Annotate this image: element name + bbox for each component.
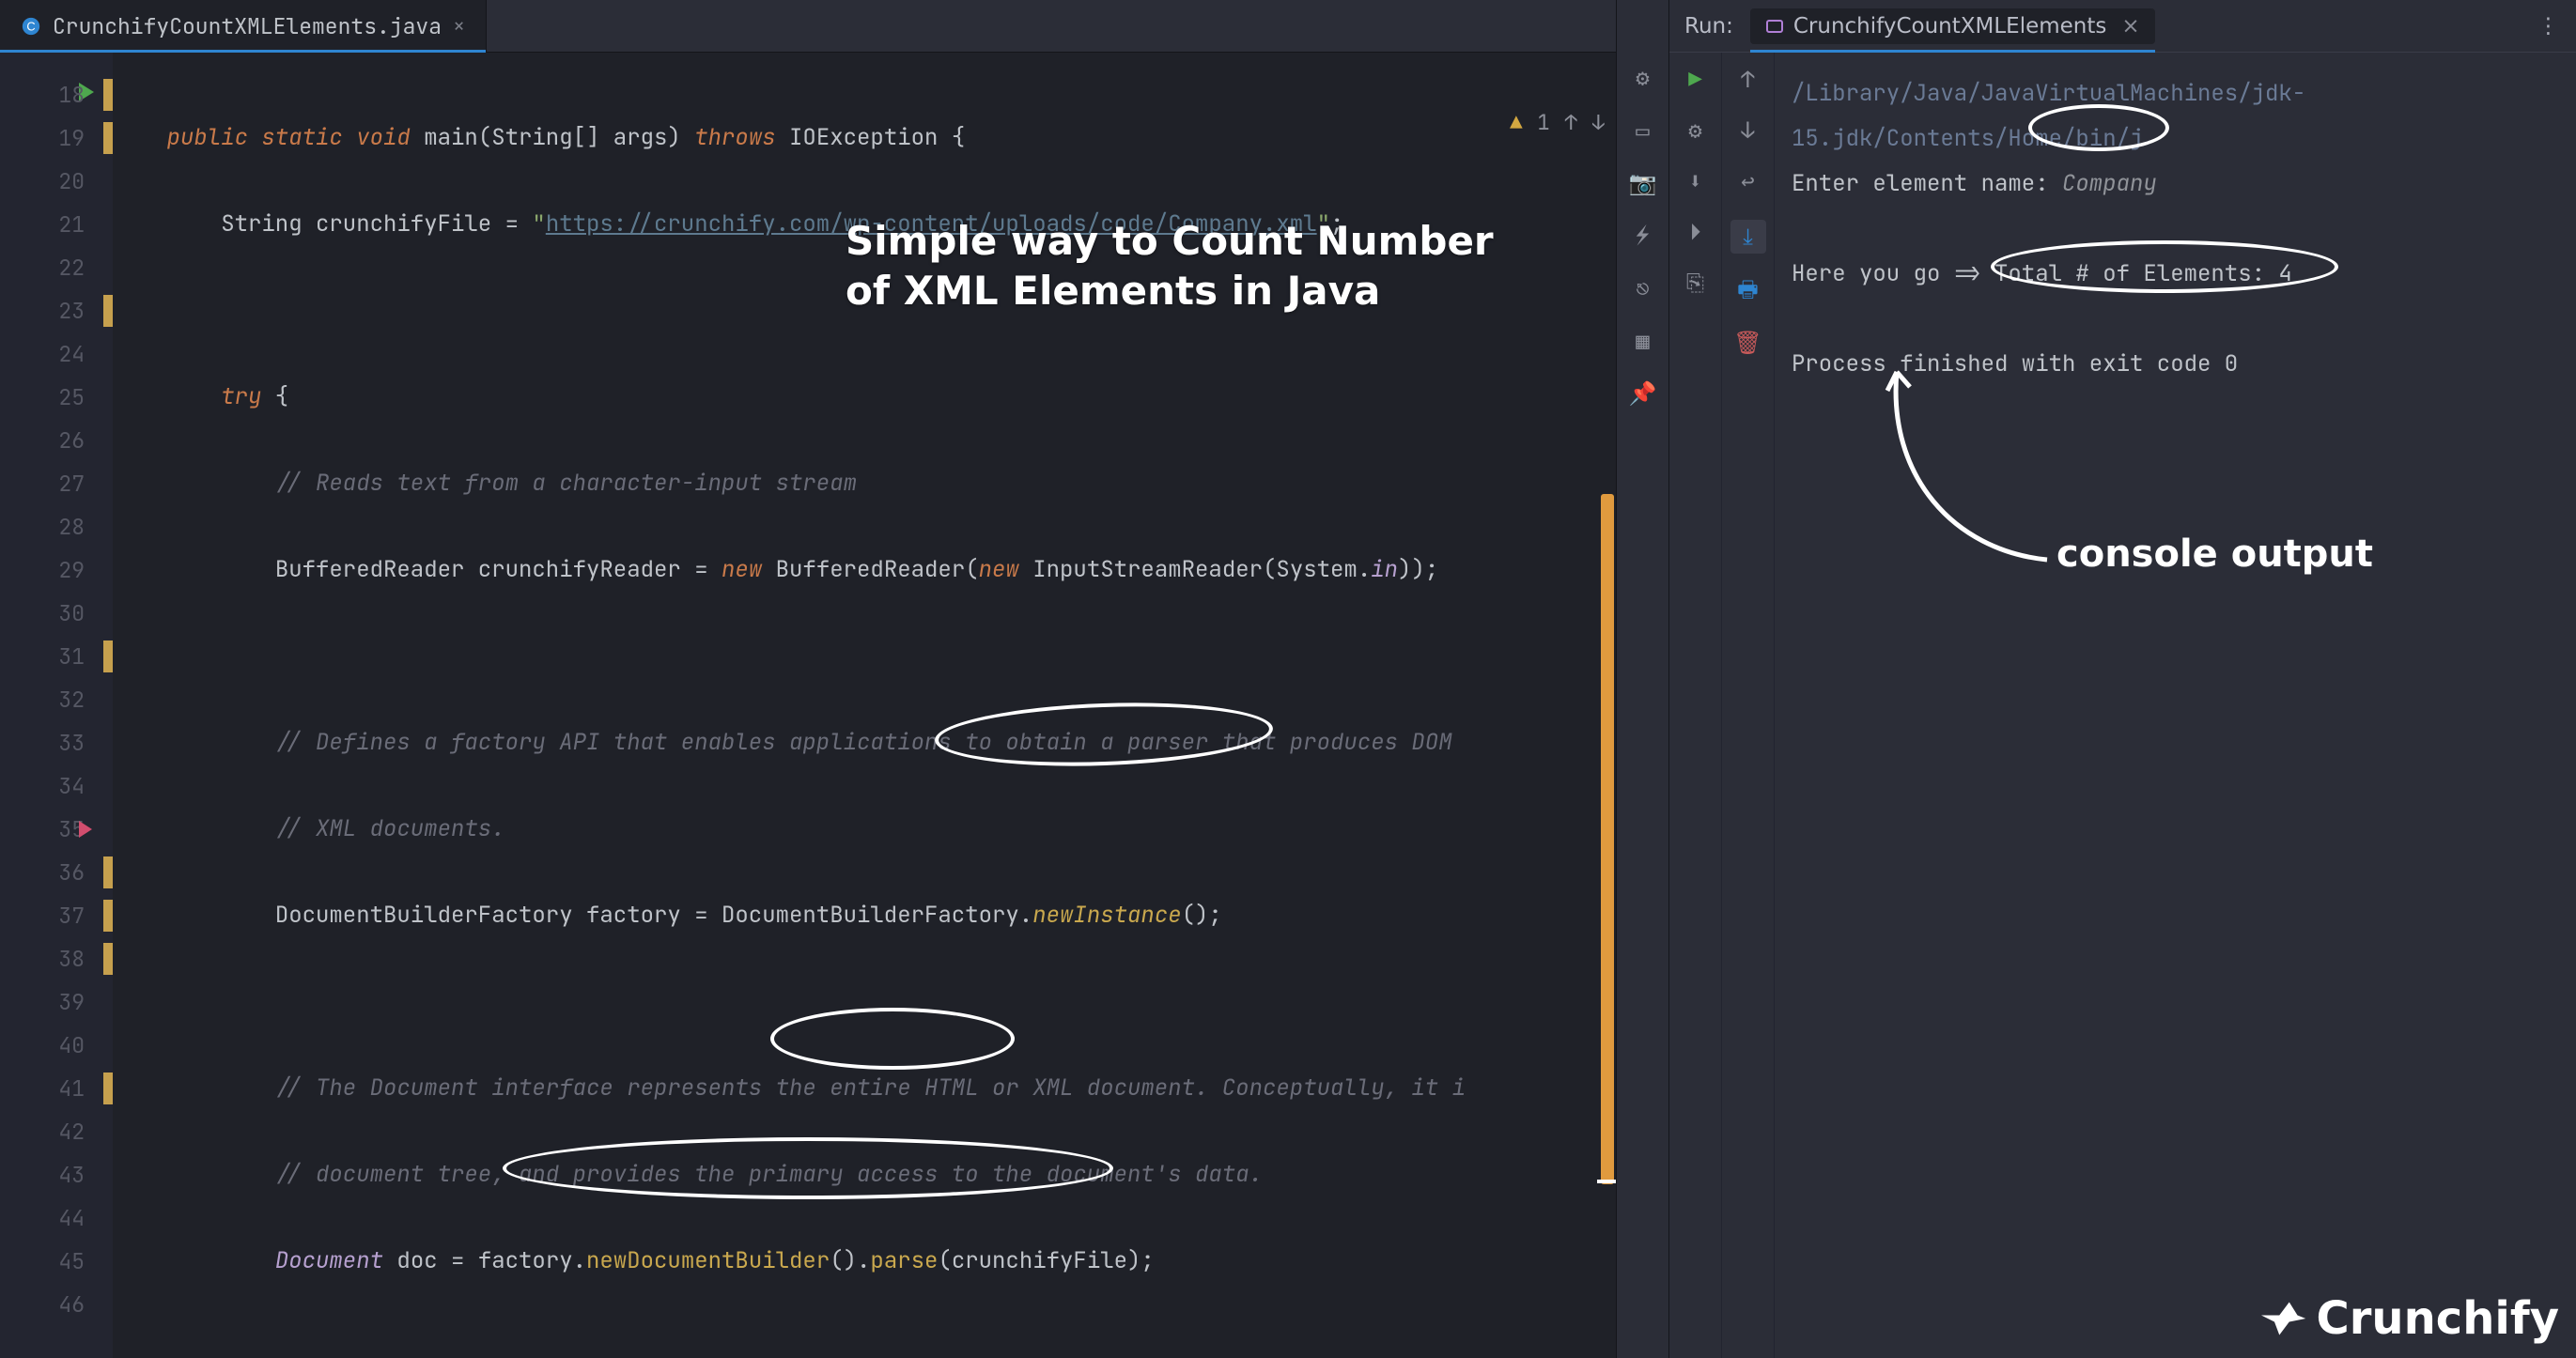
down-arrow-icon[interactable]: ↓ (1736, 118, 1761, 143)
console-output[interactable]: /Library/Java/JavaVirtualMachines/jdk-15… (1775, 53, 2576, 1358)
annotation-label: console output (2056, 532, 2373, 577)
up-arrow-icon[interactable]: ↑ (1736, 68, 1761, 92)
run-left-toolbar: ▶ ⚙ ⬇ ⏵ ⎘ (1669, 53, 1722, 1358)
editor-pane: C CrunchifyCountXMLElements.java × 18 19… (0, 0, 1616, 1358)
prev-highlight-icon[interactable]: ↑ (1565, 109, 1577, 136)
close-icon[interactable]: × (453, 12, 465, 39)
run-config-name: CrunchifyCountXMLElements (1793, 14, 2107, 39)
run-label: Run: (1684, 14, 1733, 39)
clear-icon[interactable]: 🗑 (1736, 331, 1761, 355)
crunchify-bird-icon (2255, 1292, 2307, 1345)
gear-icon[interactable]: ⚙ (1631, 66, 1655, 90)
stop-icon[interactable]: ⚙ (1684, 118, 1708, 143)
warning-count: 1 (1537, 109, 1549, 136)
export-icon[interactable]: ⎘ (1684, 270, 1708, 295)
java-class-icon: C (21, 16, 41, 37)
exit-icon[interactable]: ⎋ (1631, 276, 1655, 301)
editor-tab[interactable]: C CrunchifyCountXMLElements.java × (0, 0, 487, 52)
print-icon[interactable]: 🖶 (1736, 280, 1761, 304)
filter-icon[interactable]: ⏵ (1684, 220, 1708, 244)
down-icon[interactable]: ⬇ (1684, 169, 1708, 193)
camera-icon[interactable]: 📷 (1631, 171, 1655, 195)
breakpoint-icon[interactable] (79, 821, 92, 838)
editor-tab-bar: C CrunchifyCountXMLElements.java × (0, 0, 1616, 53)
plug-icon[interactable]: ⚡ (1631, 224, 1655, 248)
console-prompt: Enter element name: (1792, 169, 2062, 198)
more-icon[interactable]: ⋮ (2537, 14, 2561, 39)
svg-text:C: C (26, 19, 35, 33)
annotation-circle (2028, 104, 2169, 151)
run-config-tab[interactable]: CrunchifyCountXMLElements × (1750, 8, 2155, 44)
annotation-circle (1991, 240, 2338, 293)
rerun-icon[interactable]: ▶ (1684, 68, 1708, 92)
annotation-arrow (1878, 363, 2066, 579)
run-mid-toolbar: ↑ ↓ ↩ ⤓ 🖶 🗑 (1722, 53, 1775, 1358)
console-jdk-path: /Library/Java/JavaVirtualMachines/jdk-15… (1792, 71, 2559, 162)
annotation-circle (503, 1137, 1113, 1199)
pin-icon[interactable]: 📌 (1631, 381, 1655, 406)
next-highlight-icon[interactable]: ↓ (1592, 109, 1605, 136)
editor-scrollbar[interactable] (1601, 494, 1614, 1184)
layout-icon[interactable]: ▭ (1631, 118, 1655, 143)
line-number-gutter: 18 19 20 21 22 23 24 25 26 27 28 29 30 3… (0, 53, 113, 1358)
application-icon (1765, 17, 1784, 36)
editor-side-toolbar: ⚙ ▭ 📷 ⚡ ⎋ ▦ 📌 (1616, 0, 1668, 1358)
scroll-to-end-icon[interactable]: ⤓ (1730, 220, 1766, 254)
run-tool-window: Run: CrunchifyCountXMLElements × ⋮ ▶ ⚙ ⬇… (1668, 0, 2576, 1358)
warning-icon: ▲ (1510, 109, 1522, 136)
console-user-input: Company (2062, 169, 2157, 198)
scrollbar-caret-marker (1597, 1180, 1616, 1183)
structure-icon[interactable]: ▦ (1631, 329, 1655, 353)
overlay-title: Simple way to Count Number of XML Elemen… (846, 217, 1494, 316)
annotation-circle (770, 1008, 1015, 1070)
crunchify-logo: Crunchify (2255, 1292, 2560, 1345)
editor-tab-label: CrunchifyCountXMLElements.java (53, 12, 442, 40)
close-icon[interactable]: × (2121, 14, 2139, 39)
run-header: Run: CrunchifyCountXMLElements × ⋮ (1669, 0, 2576, 53)
inspection-indicators[interactable]: ▲ 1 ↑ ↓ (1510, 109, 1605, 136)
soft-wrap-icon[interactable]: ↩ (1736, 169, 1761, 193)
